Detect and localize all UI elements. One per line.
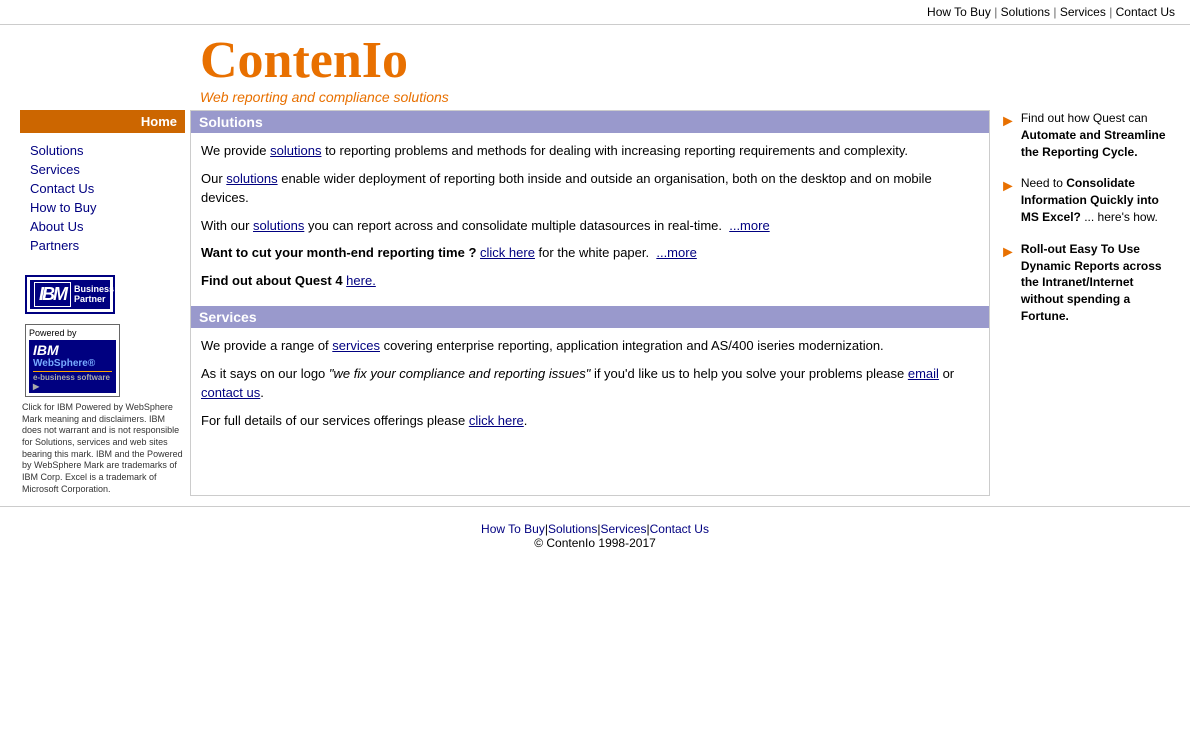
services-email-link[interactable]: email [908, 366, 939, 381]
solutions-link-3[interactable]: solutions [253, 218, 304, 233]
topnav-services[interactable]: Services [1060, 5, 1106, 19]
right-item-1-text: Find out how Quest can Automate and Stre… [1021, 110, 1170, 160]
main-layout: Home Solutions Services Contact Us How t… [20, 110, 1170, 496]
right-sidebar: ► Find out how Quest can Automate and St… [995, 110, 1170, 496]
sidebar-item-solutions[interactable]: Solutions [30, 141, 185, 160]
right-item-2-text: Need to Consolidate Information Quickly … [1021, 175, 1170, 225]
footer-nav: How To Buy|Solutions|Services|Contact Us [15, 522, 1175, 536]
right-item-3-text: Roll-out Easy To Use Dynamic Reports acr… [1021, 241, 1170, 325]
services-details-link[interactable]: click here [469, 413, 524, 428]
sidebar-item-contact-us[interactable]: Contact Us [30, 179, 185, 198]
footer-how-to-buy[interactable]: How To Buy [481, 522, 545, 536]
websphere-subtitle: e-business software ▶ [33, 371, 112, 391]
solutions-more-link[interactable]: ...more [729, 218, 769, 233]
topnav-solutions[interactable]: Solutions [1001, 5, 1050, 19]
solutions-link-1[interactable]: solutions [270, 143, 321, 158]
right-item-2: ► Need to Consolidate Information Quickl… [1000, 175, 1170, 225]
footer-services[interactable]: Services [600, 522, 646, 536]
right-arrow-1: ► [1000, 111, 1016, 133]
solutions-heading: Solutions [191, 111, 989, 133]
solutions-whitepaper: Want to cut your month-end reporting tim… [201, 243, 979, 263]
solutions-body: We provide solutions to reporting proble… [191, 133, 989, 306]
tagline: Web reporting and compliance solutions [200, 89, 1170, 105]
solutions-para3: With our solutions you can report across… [201, 216, 979, 236]
websphere-inner: IBM WebSphere® e-business software ▶ [29, 340, 116, 393]
footer-contact-us[interactable]: Contact Us [650, 522, 709, 536]
logo: ContenIo [200, 35, 1170, 87]
top-navigation: How To Buy | Solutions | Services | Cont… [0, 0, 1190, 25]
sidebar-item-how-to-buy[interactable]: How to Buy [30, 198, 185, 217]
sidebar-item-partners[interactable]: Partners [30, 236, 185, 255]
websphere-badge[interactable]: Powered by IBM WebSphere® e-business sof… [25, 324, 120, 397]
sidebar: Home Solutions Services Contact Us How t… [20, 110, 185, 496]
ibm-partner-text: Partner [74, 295, 114, 305]
services-para1: We provide a range of services covering … [201, 336, 979, 356]
services-link[interactable]: services [332, 338, 380, 353]
footer: How To Buy|Solutions|Services|Contact Us… [0, 506, 1190, 565]
solutions-para1: We provide solutions to reporting proble… [201, 141, 979, 161]
sidebar-item-about-us[interactable]: About Us [30, 217, 185, 236]
services-para3: For full details of our services offerin… [201, 411, 979, 431]
quest-link[interactable]: here. [346, 273, 376, 288]
right-arrow-2: ► [1000, 176, 1016, 198]
topnav-contact-us[interactable]: Contact Us [1116, 5, 1175, 19]
websphere-ibm-text: IBM [33, 342, 59, 358]
footer-copyright: © ContenIo 1998-2017 [15, 536, 1175, 550]
sidebar-nav: Solutions Services Contact Us How to Buy… [20, 136, 185, 260]
ibm-partner-badge[interactable]: IBM Business Partner [25, 275, 115, 314]
solutions-link-2[interactable]: solutions [226, 171, 277, 186]
solutions-para2: Our solutions enable wider deployment of… [201, 169, 979, 208]
services-body: We provide a range of services covering … [191, 328, 989, 446]
right-item-3: ► Roll-out Easy To Use Dynamic Reports a… [1000, 241, 1170, 325]
websphere-name-text: WebSphere® [33, 358, 95, 369]
header: ContenIo Web reporting and compliance so… [0, 25, 1190, 110]
right-arrow-3: ► [1000, 242, 1016, 264]
websphere-powered-label: Powered by [29, 328, 116, 338]
topnav-how-to-buy[interactable]: How To Buy [927, 5, 991, 19]
sidebar-item-services[interactable]: Services [30, 160, 185, 179]
services-heading: Services [191, 306, 989, 328]
footer-solutions[interactable]: Solutions [548, 522, 597, 536]
services-para2: As it says on our logo "we fix your comp… [201, 364, 979, 403]
websphere-disclaimer: Click for IBM Powered by WebSphere Mark … [20, 402, 185, 496]
right-item-1: ► Find out how Quest can Automate and St… [1000, 110, 1170, 160]
whitepaper-link[interactable]: click here [480, 245, 535, 260]
solutions-quest: Find out about Quest 4 here. [201, 271, 979, 291]
whitepaper-more-link[interactable]: ...more [656, 245, 696, 260]
center-content: Solutions We provide solutions to report… [190, 110, 990, 496]
ibm-logo: IBM [34, 282, 71, 307]
services-contact-link[interactable]: contact us [201, 385, 260, 400]
sidebar-home-label: Home [20, 110, 185, 133]
